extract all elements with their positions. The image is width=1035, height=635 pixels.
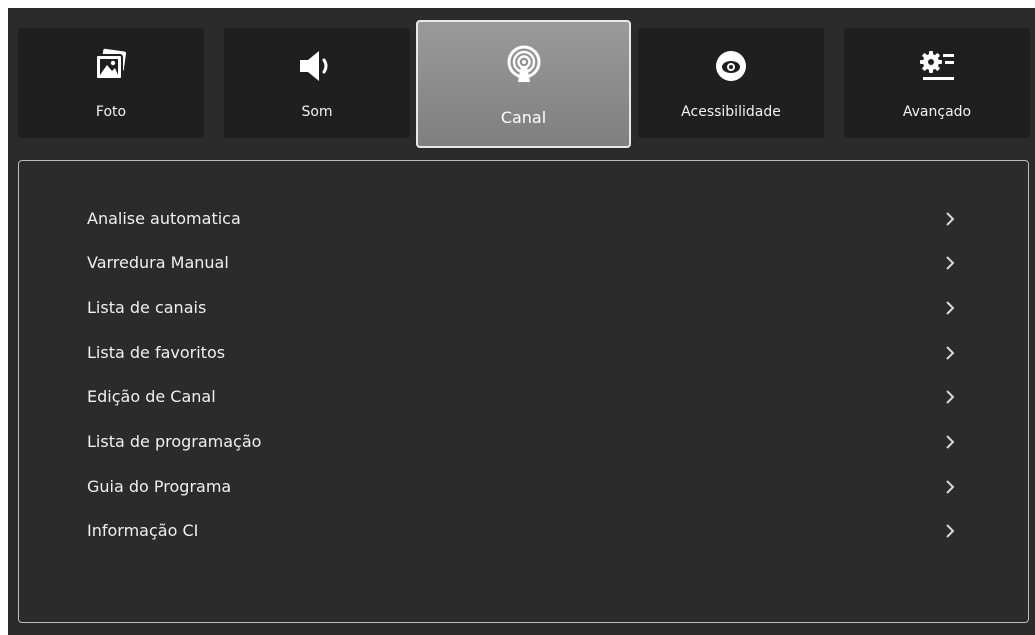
menu-item-varredura-manual[interactable]: Varredura Manual: [19, 241, 1028, 285]
menu-item-label: Guia do Programa: [87, 477, 232, 496]
image-icon: [95, 48, 127, 80]
menu-item-edicao-de-canal[interactable]: Edição de Canal: [19, 375, 1028, 419]
menu-item-guia-do-programa[interactable]: Guia do Programa: [19, 465, 1028, 509]
chevron-right-icon: [946, 435, 955, 449]
chevron-right-icon: [946, 301, 955, 315]
menu-item-label: Edição de Canal: [87, 387, 216, 406]
chevron-right-icon: [946, 480, 955, 494]
tab-label: Foto: [95, 104, 127, 120]
menu-item-lista-de-programacao[interactable]: Lista de programação: [19, 420, 1028, 464]
channel-settings-panel: Analise automatica Varredura Manual List…: [18, 160, 1029, 623]
tab-label: Acessibilidade: [681, 104, 781, 120]
tab-som[interactable]: Som: [224, 28, 410, 138]
menu-item-lista-de-favoritos[interactable]: Lista de favoritos: [19, 331, 1028, 375]
tab-avancado[interactable]: Avançado: [844, 28, 1030, 138]
eye-icon: [716, 51, 746, 81]
menu-item-label: Lista de canais: [87, 298, 207, 317]
tab-label: Avançado: [902, 104, 972, 120]
chevron-right-icon: [946, 212, 955, 226]
menu-item-label: Informação CI: [87, 521, 199, 540]
menu-item-label: Analise automatica: [87, 209, 241, 228]
tab-label: Som: [301, 104, 333, 120]
chevron-right-icon: [946, 256, 955, 270]
menu-item-informacao-ci[interactable]: Informação CI: [19, 509, 1028, 553]
tab-label: Canal: [500, 108, 547, 127]
menu-item-label: Lista de favoritos: [87, 343, 226, 362]
chevron-right-icon: [946, 390, 955, 404]
menu-item-lista-de-canais[interactable]: Lista de canais: [19, 286, 1028, 330]
chevron-right-icon: [946, 346, 955, 360]
settings-icon: [920, 51, 954, 80]
antenna-icon: [507, 45, 540, 82]
menu-item-label: Varredura Manual: [87, 253, 229, 272]
speaker-icon: [300, 51, 328, 81]
tab-acessibilidade[interactable]: Acessibilidade: [638, 28, 824, 138]
menu-item-analise-automatica[interactable]: Analise automatica: [19, 197, 1028, 241]
tab-foto[interactable]: Foto: [18, 28, 204, 138]
category-tab-bar: Foto Som Canal Acessibilidade Avançado: [8, 8, 1035, 158]
chevron-right-icon: [946, 524, 955, 538]
menu-item-label: Lista de programação: [87, 432, 262, 451]
tab-canal[interactable]: Canal: [416, 20, 631, 148]
tv-settings-screen: Foto Som Canal Acessibilidade Avançado A…: [8, 8, 1035, 635]
